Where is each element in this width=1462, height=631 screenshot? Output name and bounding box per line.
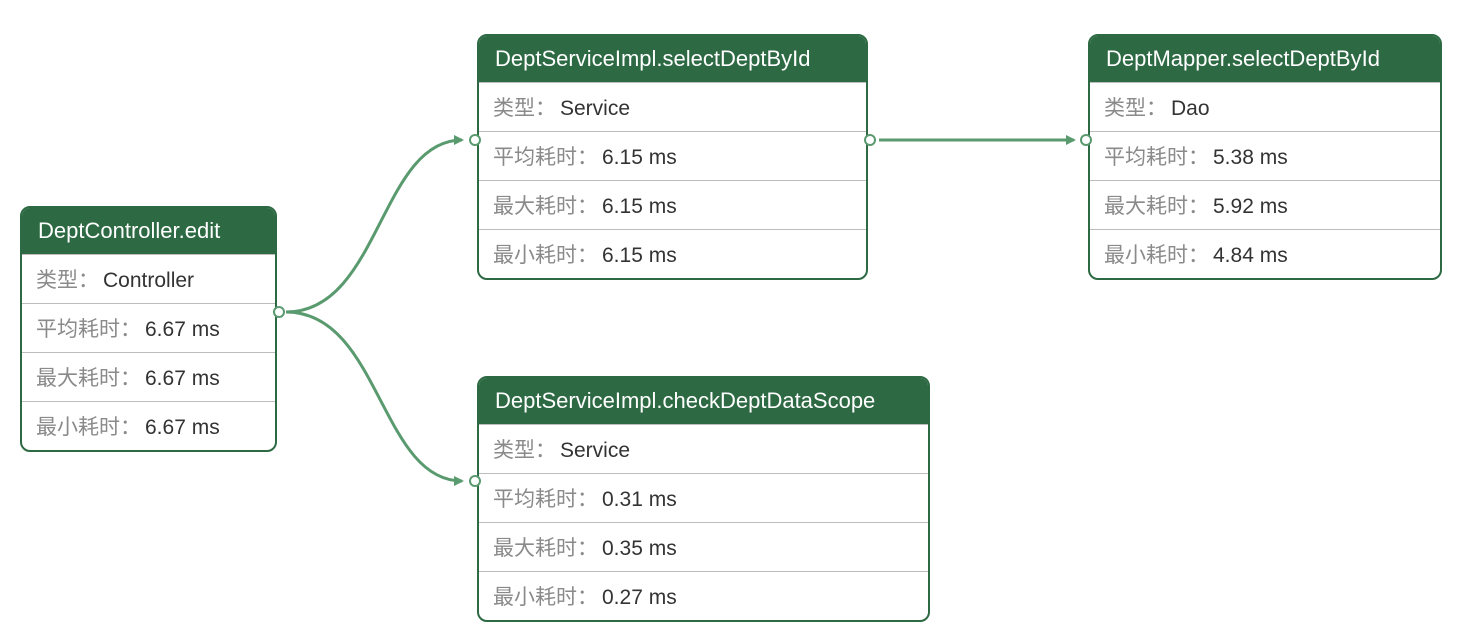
- row-value: 5.92 ms: [1213, 195, 1288, 219]
- row-value: 5.38 ms: [1213, 146, 1288, 170]
- row-label: 类型：: [493, 92, 556, 122]
- node-deptmapper-selectdeptbyid[interactable]: DeptMapper.selectDeptById 类型： Dao 平均耗时： …: [1088, 34, 1442, 280]
- row-value: 6.15 ms: [602, 146, 677, 170]
- row-value: 4.84 ms: [1213, 244, 1288, 268]
- row-value: Dao: [1171, 97, 1210, 121]
- row-value: Controller: [103, 269, 194, 293]
- node-deptcontroller-edit[interactable]: DeptController.edit 类型： Controller 平均耗时：…: [20, 206, 277, 452]
- row-value: 0.31 ms: [602, 488, 677, 512]
- edge-n0-n1: [286, 140, 462, 312]
- node-row-max: 最大耗时： 5.92 ms: [1090, 180, 1440, 229]
- node-row-type: 类型： Controller: [22, 254, 275, 303]
- node-row-type: 类型： Service: [479, 424, 928, 473]
- row-label: 类型：: [1104, 92, 1167, 122]
- node-row-type: 类型： Service: [479, 82, 866, 131]
- row-value: 6.15 ms: [602, 195, 677, 219]
- row-label: 最大耗时：: [36, 362, 141, 392]
- node-port-out[interactable]: [273, 306, 285, 318]
- row-label: 平均耗时：: [493, 141, 598, 171]
- row-value: Service: [560, 97, 630, 121]
- node-row-avg: 平均耗时： 0.31 ms: [479, 473, 928, 522]
- row-value: 0.27 ms: [602, 586, 677, 610]
- row-label: 类型：: [493, 434, 556, 464]
- row-value: 6.67 ms: [145, 367, 220, 391]
- row-value: 6.67 ms: [145, 318, 220, 342]
- diagram-canvas: DeptController.edit 类型： Controller 平均耗时：…: [0, 0, 1462, 631]
- node-row-max: 最大耗时： 6.67 ms: [22, 352, 275, 401]
- row-label: 最小耗时：: [36, 411, 141, 441]
- node-deptserviceimpl-selectdeptbyid[interactable]: DeptServiceImpl.selectDeptById 类型： Servi…: [477, 34, 868, 280]
- row-label: 平均耗时：: [1104, 141, 1209, 171]
- node-row-min: 最小耗时： 4.84 ms: [1090, 229, 1440, 278]
- row-value: 6.15 ms: [602, 244, 677, 268]
- row-label: 最小耗时：: [1104, 239, 1209, 269]
- node-title: DeptController.edit: [22, 208, 275, 254]
- node-port-in[interactable]: [1080, 134, 1092, 146]
- node-port-out[interactable]: [864, 134, 876, 146]
- node-row-max: 最大耗时： 0.35 ms: [479, 522, 928, 571]
- row-value: 0.35 ms: [602, 537, 677, 561]
- row-label: 最大耗时：: [493, 532, 598, 562]
- row-label: 平均耗时：: [493, 483, 598, 513]
- row-label: 最大耗时：: [1104, 190, 1209, 220]
- node-title: DeptServiceImpl.checkDeptDataScope: [479, 378, 928, 424]
- row-value: Service: [560, 439, 630, 463]
- node-row-max: 最大耗时： 6.15 ms: [479, 180, 866, 229]
- node-row-min: 最小耗时： 6.15 ms: [479, 229, 866, 278]
- row-label: 最大耗时：: [493, 190, 598, 220]
- node-row-avg: 平均耗时： 6.15 ms: [479, 131, 866, 180]
- node-row-min: 最小耗时： 0.27 ms: [479, 571, 928, 620]
- row-label: 最小耗时：: [493, 239, 598, 269]
- node-deptserviceimpl-checkdeptdatascope[interactable]: DeptServiceImpl.checkDeptDataScope 类型： S…: [477, 376, 930, 622]
- node-port-in[interactable]: [469, 475, 481, 487]
- node-row-min: 最小耗时： 6.67 ms: [22, 401, 275, 450]
- node-title: DeptMapper.selectDeptById: [1090, 36, 1440, 82]
- row-label: 平均耗时：: [36, 313, 141, 343]
- row-value: 6.67 ms: [145, 416, 220, 440]
- edge-n0-n3: [286, 312, 462, 481]
- node-row-avg: 平均耗时： 6.67 ms: [22, 303, 275, 352]
- node-row-type: 类型： Dao: [1090, 82, 1440, 131]
- node-port-in[interactable]: [469, 134, 481, 146]
- node-title: DeptServiceImpl.selectDeptById: [479, 36, 866, 82]
- row-label: 最小耗时：: [493, 581, 598, 611]
- row-label: 类型：: [36, 264, 99, 294]
- node-row-avg: 平均耗时： 5.38 ms: [1090, 131, 1440, 180]
